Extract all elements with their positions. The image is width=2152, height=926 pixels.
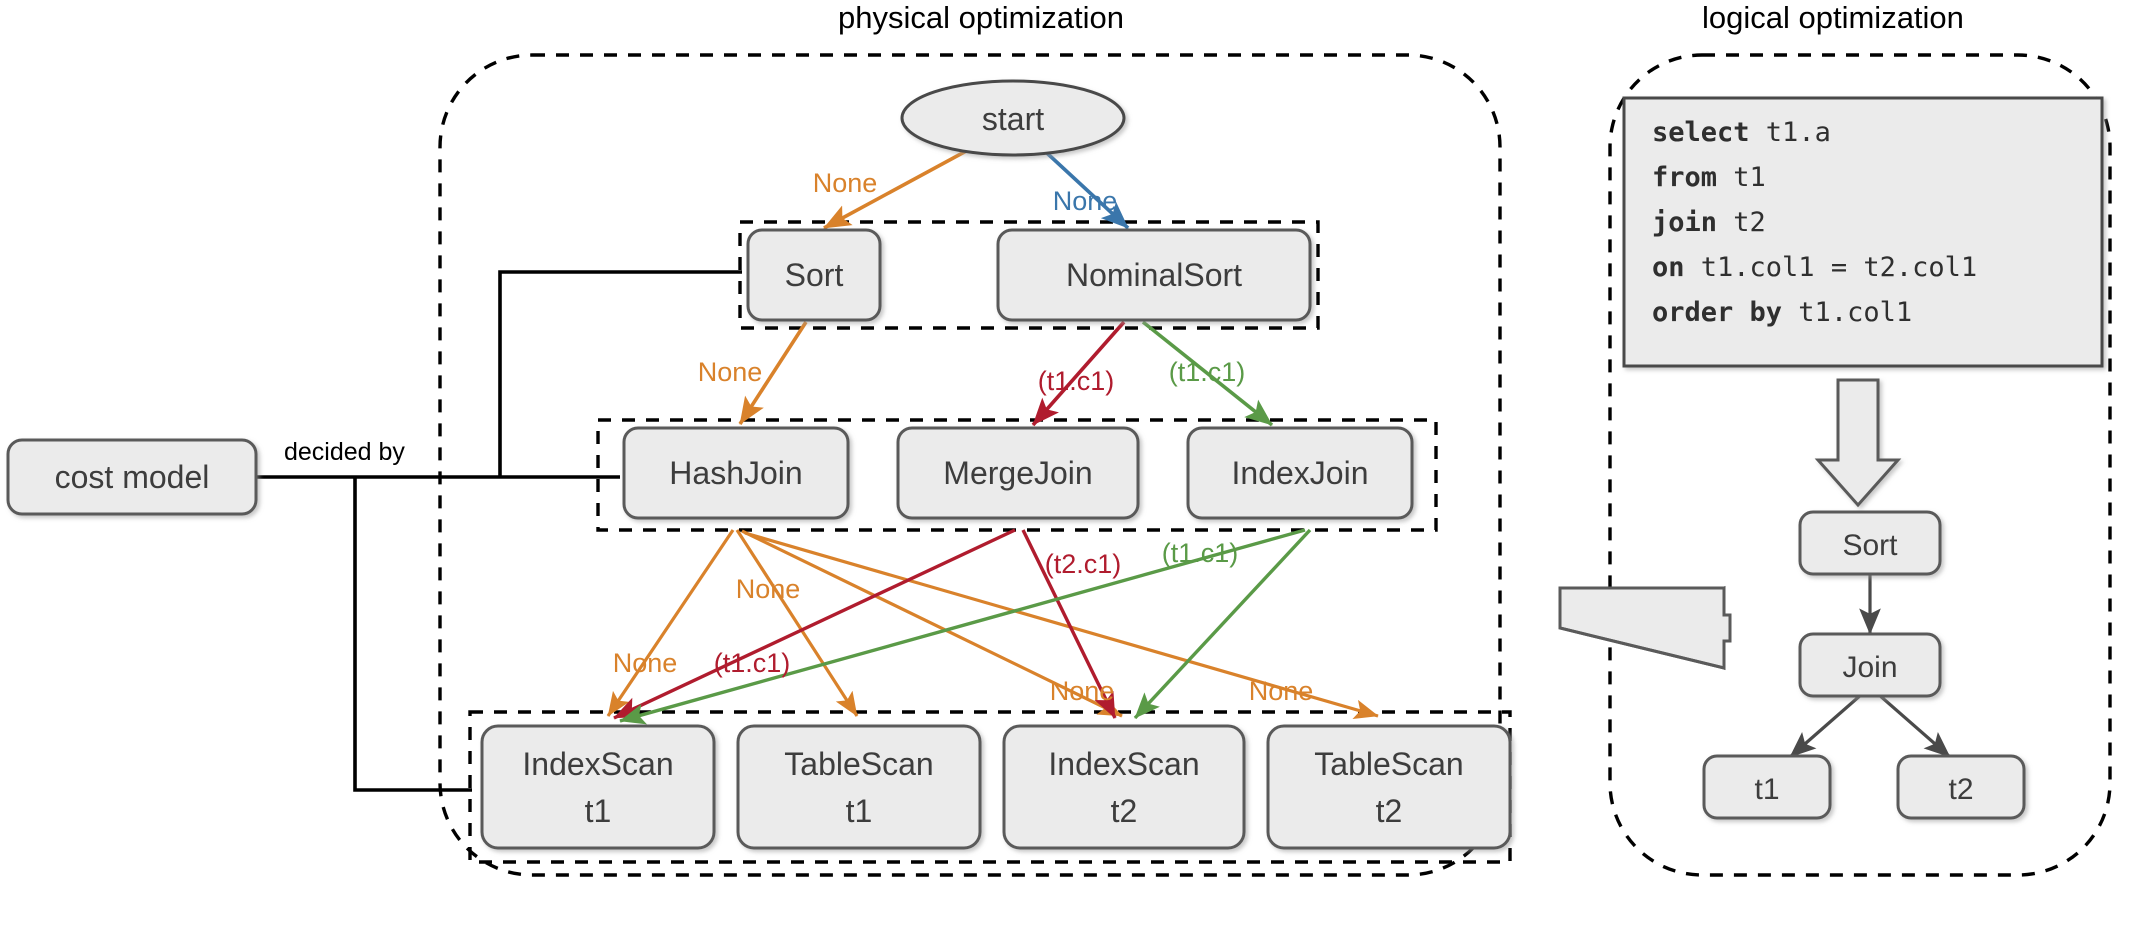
node-indexscan-t1[interactable] — [480, 724, 716, 850]
node-indexscan-t1-label-line1: IndexScan — [522, 746, 673, 782]
node-nominalsort-label: NominalSort — [1066, 257, 1242, 293]
sql-line-0: select t1.a — [1652, 110, 2092, 155]
node-indexscan-t1-label-line2: t1 — [585, 793, 612, 829]
node-indexscan-t2-label-line1: IndexScan — [1048, 746, 1199, 782]
node-tablescan-t1[interactable] — [736, 724, 982, 850]
node-plan-join-label: Join — [1842, 651, 1897, 684]
sql-keyword: from — [1652, 162, 1718, 193]
node-plan-sort-label: Sort — [1842, 529, 1898, 562]
start-node-label: start — [982, 101, 1044, 137]
edge-label-hashjoin-to-tablescan-t2: None — [1249, 676, 1314, 706]
node-indexjoin-label: IndexJoin — [1232, 455, 1369, 491]
edge-hashjoin-to-indexscan-t1 — [606, 529, 735, 717]
edge-mergejoin-to-indexscan-t1 — [613, 528, 1016, 720]
sql-expression: t2 — [1717, 207, 1766, 238]
node-mergejoin-label: MergeJoin — [943, 455, 1092, 491]
sql-expression: t1.a — [1749, 117, 1831, 148]
edge-label-indexjoin-to-indexscan-t1: (t1.c1) — [1162, 538, 1239, 568]
sql-line-1: from t1 — [1652, 155, 2092, 200]
node-tablescan-t1-label-line2: t1 — [846, 793, 873, 829]
edge-label-mergejoin-to-indexscan-t2: (t2.c1) — [1045, 549, 1122, 579]
edge-label-hashjoin-to-indexscan-t1: None — [613, 648, 678, 678]
edge-label-start-to-sort: None — [813, 168, 878, 198]
edge-label-sort-to-hashjoin: None — [698, 357, 763, 387]
node-indexscan-t2[interactable] — [1002, 724, 1246, 850]
sql-expression: t1.col1 = t2.col1 — [1684, 252, 1978, 283]
sql-line-4: order by t1.col1 — [1652, 290, 2092, 335]
sql-line-2: join t2 — [1652, 200, 2092, 245]
node-indexscan-t2-label-line2: t2 — [1111, 793, 1138, 829]
edge-label-nominalsort-to-mergejoin: (t1.c1) — [1038, 366, 1115, 396]
logical-to-physical-block-arrow — [1558, 585, 1732, 671]
edge-plan-join-to-t2 — [1876, 692, 1952, 759]
node-tablescan-t2[interactable] — [1266, 724, 1512, 850]
diagram-canvas: cost model start Sort NominalSort HashJo… — [0, 0, 2152, 926]
sql-to-plan-block-arrow — [1814, 378, 1902, 508]
edge-plan-join-to-t1 — [1788, 692, 1864, 759]
edge-label-mergejoin-to-indexscan-t1: (t1.c1) — [714, 648, 791, 678]
cost-model-label: cost model — [55, 459, 210, 495]
physical-optimization-title: physical optimization — [838, 0, 1125, 35]
sql-keyword: order by — [1652, 297, 1783, 328]
edge-label-hashjoin-to-tablescan-t1: None — [736, 574, 801, 604]
node-hashjoin-label: HashJoin — [669, 455, 802, 491]
node-tablescan-t1-label-line1: TableScan — [784, 746, 933, 782]
edge-label-decided-by: decided by — [284, 438, 405, 466]
sql-expression: t1 — [1717, 162, 1766, 193]
sql-query-text: select t1.a from t1 join t2 on t1.col1 = t2… — [1652, 110, 2092, 335]
node-plan-t2-label: t2 — [1948, 773, 1973, 806]
edge-label-hashjoin-to-indexscan-t2: None — [1050, 676, 1115, 706]
edge-label-start-to-nominalsort: None — [1053, 186, 1118, 216]
sql-line-3: on t1.col1 = t2.col1 — [1652, 245, 2092, 290]
node-tablescan-t2-label-line2: t2 — [1376, 793, 1403, 829]
sql-keyword: on — [1652, 252, 1685, 283]
edge-label-nominalsort-to-indexjoin: (t1.c1) — [1169, 357, 1246, 387]
sql-keyword: join — [1652, 207, 1718, 238]
sql-keyword: select — [1652, 117, 1750, 148]
node-plan-t1-label: t1 — [1754, 773, 1779, 806]
logical-optimization-title: logical optimization — [1702, 0, 1964, 35]
node-sort-label: Sort — [785, 257, 844, 293]
sql-expression: t1.col1 — [1782, 297, 1913, 328]
node-tablescan-t2-label-line1: TableScan — [1314, 746, 1463, 782]
